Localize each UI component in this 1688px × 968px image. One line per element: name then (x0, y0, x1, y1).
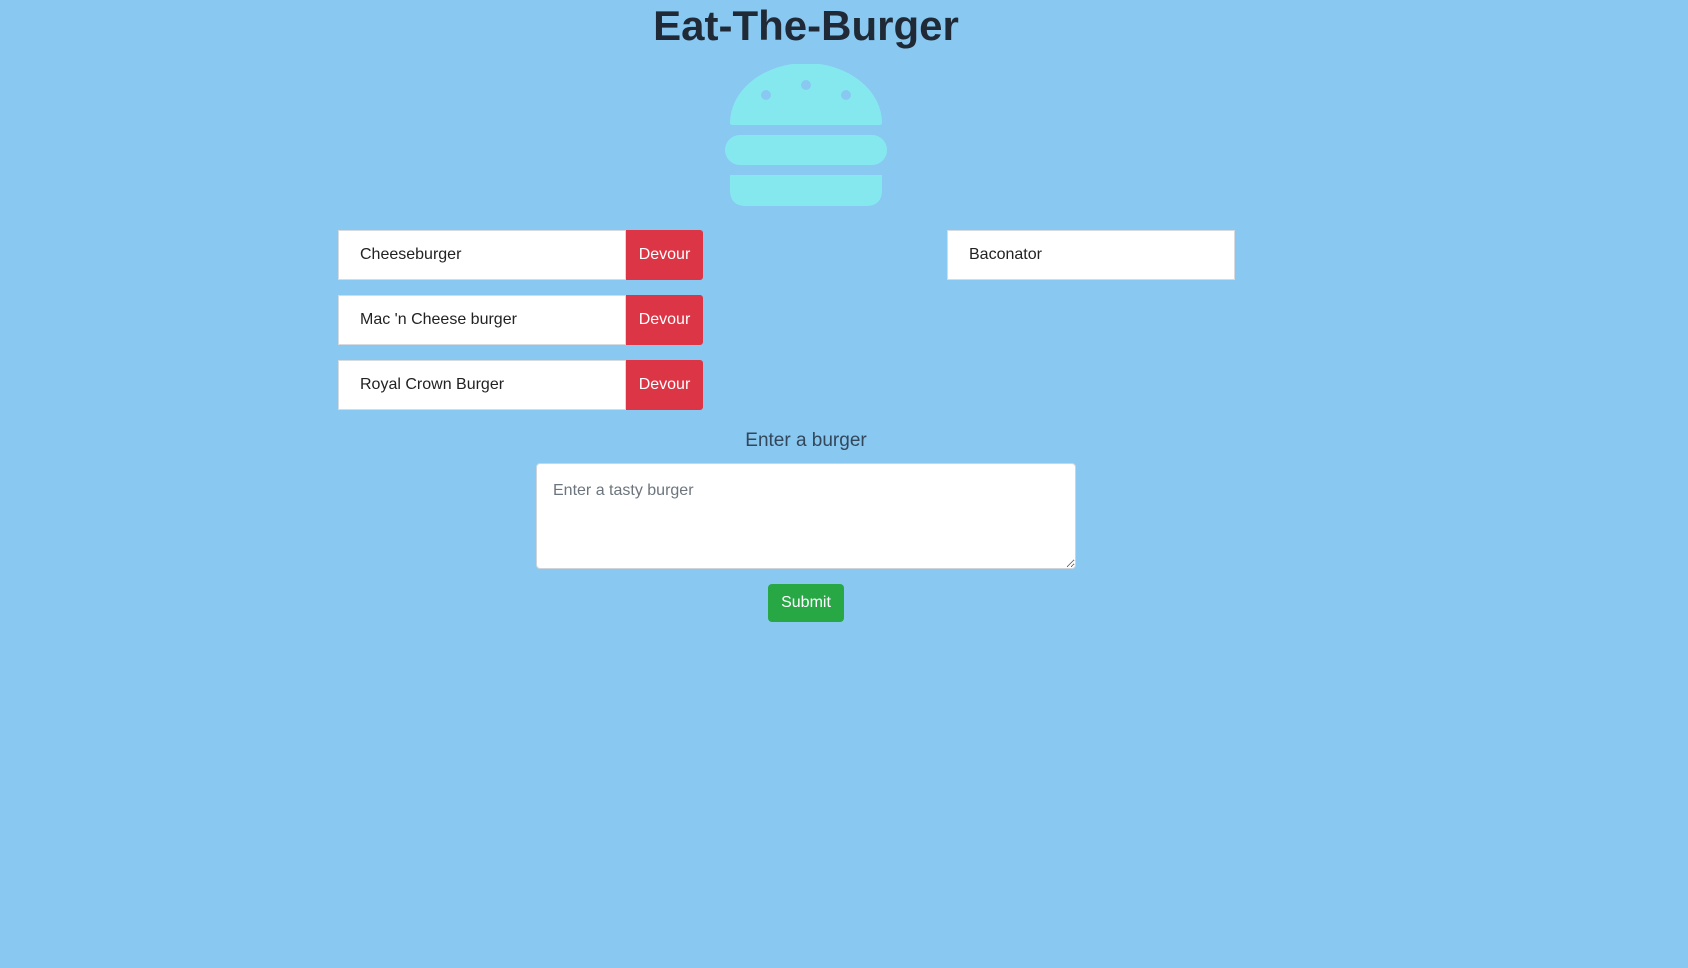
devour-button[interactable]: Devour (626, 295, 703, 345)
burger-input[interactable] (536, 463, 1076, 569)
list-item: Mac 'n Cheese burger Devour (338, 295, 703, 345)
devour-button[interactable]: Devour (626, 230, 703, 280)
form-label: Enter a burger (745, 430, 867, 451)
devour-button[interactable]: Devour (626, 360, 703, 410)
page-title: Eat-The-Burger (653, 2, 959, 49)
list-item: Cheeseburger Devour (338, 230, 703, 280)
burger-icon (725, 64, 887, 206)
list-item: Baconator (947, 230, 1235, 280)
burger-name: Cheeseburger (338, 230, 626, 280)
burger-name: Royal Crown Burger (338, 360, 626, 410)
submit-button[interactable]: Submit (768, 584, 844, 622)
burger-name: Mac 'n Cheese burger (338, 295, 626, 345)
devoured-burger-name: Baconator (947, 230, 1235, 280)
list-item: Royal Crown Burger Devour (338, 360, 703, 410)
